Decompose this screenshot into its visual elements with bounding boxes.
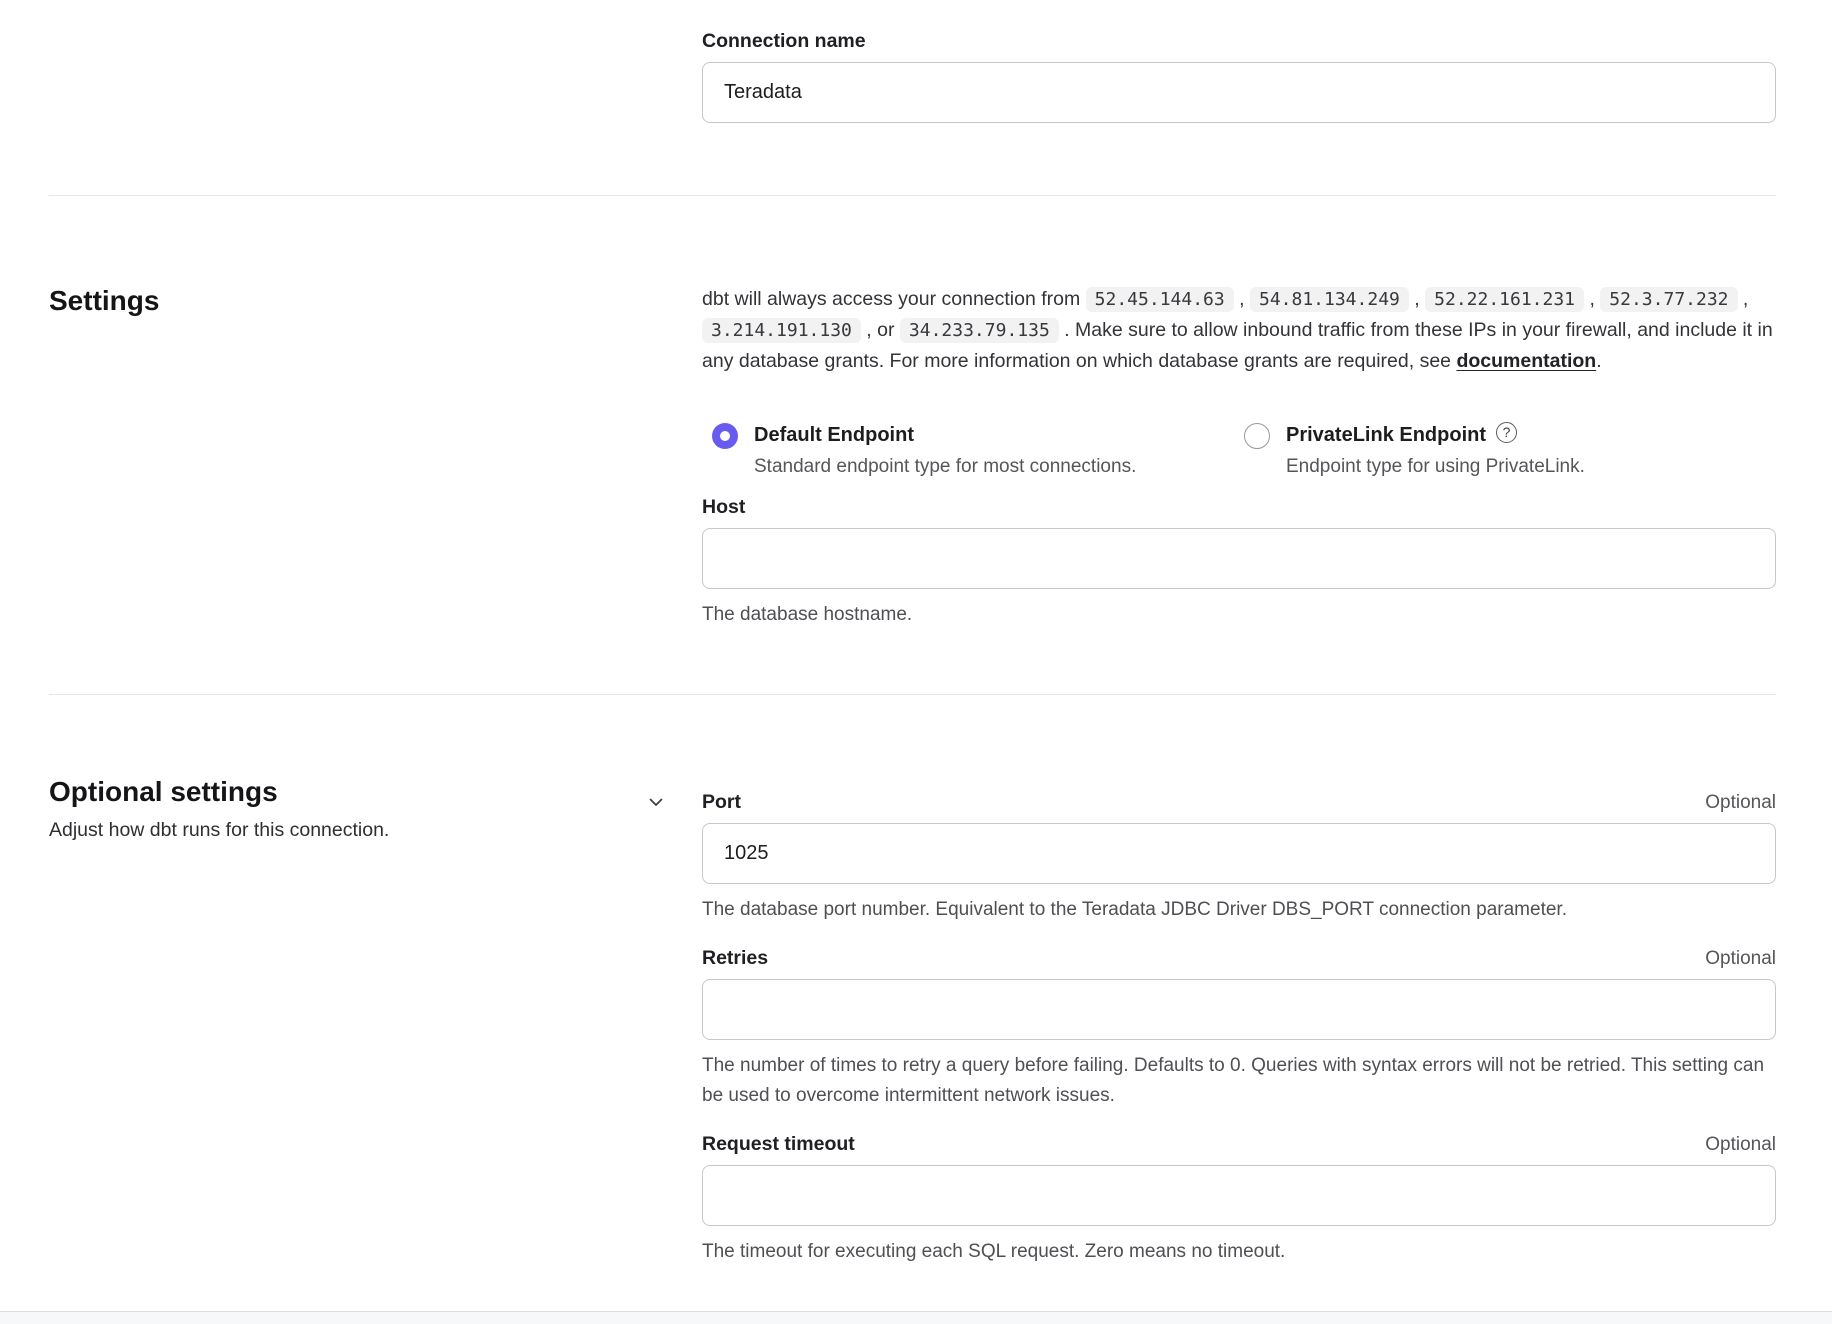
request-timeout-optional-badge: Optional <box>1705 1134 1776 1156</box>
retries-input[interactable] <box>702 979 1776 1040</box>
connection-name-section: Connection name <box>0 0 1832 195</box>
radio-button-privatelink[interactable] <box>1244 423 1270 449</box>
ip-address-chip: 52.45.144.63 <box>1086 287 1234 312</box>
host-field: Host The database hostname. <box>702 496 1776 630</box>
optional-settings-subtitle: Adjust how dbt runs for this connection. <box>49 817 702 844</box>
ip-address-chip: 52.3.77.232 <box>1600 287 1737 312</box>
ip-address-chip: 52.22.161.231 <box>1425 287 1584 312</box>
endpoint-option-text-default: Default Endpoint Standard endpoint type f… <box>754 422 1136 480</box>
settings-section: Settings dbt will always access your con… <box>0 196 1832 694</box>
retries-helper-text: The number of times to retry a query bef… <box>702 1051 1776 1111</box>
help-icon[interactable]: ? <box>1496 422 1517 443</box>
port-field: Port Optional The database port number. Eq… <box>702 791 1776 925</box>
collapse-optional-settings-button[interactable] <box>641 787 671 817</box>
endpoint-option-description-default: Standard endpoint type for most connecti… <box>754 453 1136 480</box>
host-label: Host <box>702 496 1776 519</box>
settings-heading: Settings <box>49 284 702 318</box>
connection-name-label: Connection name <box>702 30 1776 53</box>
port-helper-text: The database port number. Equivalent to … <box>702 895 1776 925</box>
page-bottom-edge <box>0 1311 1832 1324</box>
port-input[interactable] <box>702 823 1776 884</box>
connection-name-input[interactable] <box>702 62 1776 123</box>
optional-settings-section: Optional settings Adjust how dbt runs fo… <box>0 695 1832 1267</box>
port-optional-badge: Optional <box>1705 792 1776 814</box>
radio-button-default[interactable] <box>712 423 738 449</box>
retries-label-row: Retries Optional <box>702 947 1776 970</box>
retries-field: Retries Optional The number of times to re… <box>702 947 1776 1111</box>
port-label-row: Port Optional <box>702 791 1776 814</box>
chevron-down-icon <box>645 801 667 816</box>
request-timeout-helper-text: The timeout for executing each SQL reque… <box>702 1237 1776 1267</box>
retries-optional-badge: Optional <box>1705 948 1776 970</box>
connection-name-left-spacer <box>49 30 702 123</box>
request-timeout-label: Request timeout <box>702 1133 855 1156</box>
request-timeout-field: Request timeout Optional The timeout for e… <box>702 1133 1776 1267</box>
endpoint-option-label-privatelink: PrivateLink Endpoint? <box>1286 422 1585 449</box>
endpoint-radio-group: Default Endpoint Standard endpoint type f… <box>702 422 1776 480</box>
host-input[interactable] <box>702 528 1776 589</box>
optional-fields-container: Port Optional The database port number. Eq… <box>702 695 1776 1267</box>
host-helper-text: The database hostname. <box>702 600 1776 630</box>
ip-address-chip: 3.214.191.130 <box>702 318 861 343</box>
endpoint-option-description-privatelink: Endpoint type for using PrivateLink. <box>1286 453 1585 480</box>
documentation-link[interactable]: documentation <box>1456 350 1596 372</box>
endpoint-option-text-privatelink: PrivateLink Endpoint? Endpoint type for u… <box>1286 422 1585 480</box>
endpoint-option-privatelink[interactable]: PrivateLink Endpoint? Endpoint type for u… <box>1244 422 1776 480</box>
ip-allowlist-text: dbt will always access your connection f… <box>702 284 1776 376</box>
ip-address-chip: 54.81.134.249 <box>1250 287 1409 312</box>
retries-label: Retries <box>702 947 768 970</box>
endpoint-option-label-default: Default Endpoint <box>754 422 1136 449</box>
connection-settings-page: Connection name Settings dbt will always… <box>0 0 1832 1324</box>
request-timeout-input[interactable] <box>702 1165 1776 1226</box>
endpoint-option-default[interactable]: Default Endpoint Standard endpoint type f… <box>712 422 1244 480</box>
request-timeout-label-row: Request timeout Optional <box>702 1133 1776 1156</box>
port-label: Port <box>702 791 741 814</box>
optional-settings-heading: Optional settings <box>49 775 702 809</box>
ip-address-chip: 34.233.79.135 <box>900 318 1059 343</box>
